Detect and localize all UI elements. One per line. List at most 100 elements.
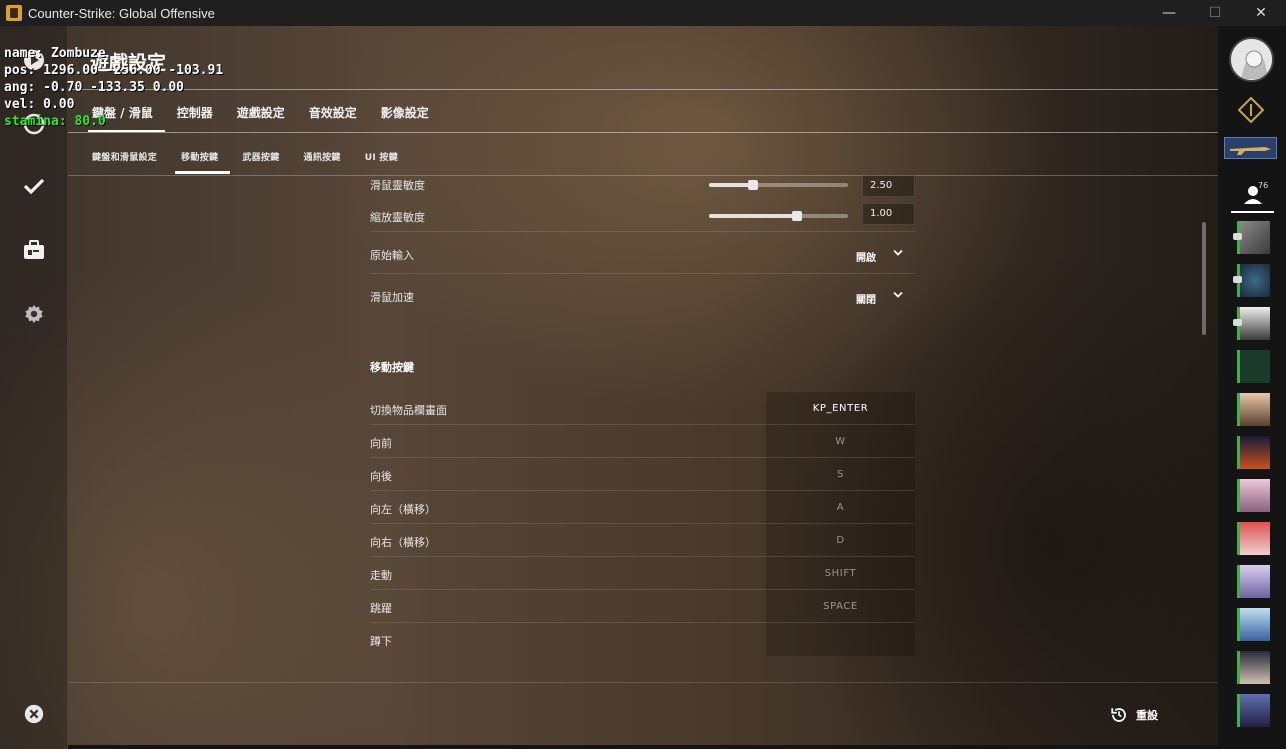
footer-divider [68, 682, 1218, 683]
zoom-sensitivity-slider[interactable] [709, 211, 848, 221]
binding-action-label: 切換物品欄畫面 [370, 404, 447, 417]
binding-row[interactable]: 蹲下 [370, 623, 915, 656]
subtab-ui-keys[interactable]: UI 按鍵 [353, 144, 410, 174]
friend-avatar[interactable] [1237, 522, 1270, 555]
debug-stamina: stamina: 80.0 [4, 114, 106, 129]
mouse-accel-value[interactable]: 關閉 [856, 291, 876, 306]
tab-game-settings[interactable]: 遊戲設定 [225, 98, 297, 132]
zoom-sensitivity-label: 縮放靈敏度 [370, 211, 425, 224]
separator [370, 231, 915, 232]
binding-row[interactable]: 向前 W [370, 425, 915, 458]
chevron-down-icon[interactable] [892, 289, 904, 301]
window-titlebar: Counter-Strike: Global Offensive — ☐ ✕ [0, 0, 1286, 26]
separator [370, 273, 915, 274]
binding-key-button[interactable]: KP_ENTER [766, 392, 915, 425]
mouse-sensitivity-row: 滑鼠靈敏度 2.50 [370, 175, 915, 197]
zoom-sensitivity-knob[interactable] [791, 211, 802, 221]
binding-action-label: 走動 [370, 569, 392, 582]
main-nav-rail [0, 26, 68, 749]
settings-scrollbar[interactable] [1202, 222, 1206, 335]
binding-key-button[interactable]: W [766, 425, 915, 458]
zoom-sensitivity-row: 縮放靈敏度 1.00 [370, 203, 915, 229]
mouse-sensitivity-label: 滑鼠靈敏度 [370, 179, 425, 192]
subtab-movement-keys[interactable]: 移動按鍵 [169, 144, 231, 174]
friends-tab[interactable]: 76 [1234, 181, 1274, 213]
mouse-sensitivity-input[interactable]: 2.50 [862, 175, 915, 197]
binding-action-label: 向前 [370, 437, 392, 450]
title-divider [68, 89, 1218, 90]
binding-key-button[interactable]: S [766, 458, 915, 491]
debug-vel: vel: 0.00 [4, 97, 75, 112]
chat-icon [1233, 319, 1242, 326]
zoom-sensitivity-fill [709, 214, 797, 218]
subtabs-divider [68, 175, 1218, 176]
debug-name: name: Zombuze [4, 46, 106, 61]
quit-icon[interactable] [22, 702, 46, 726]
chevron-down-icon[interactable] [892, 247, 904, 259]
friend-avatar[interactable] [1237, 393, 1270, 426]
friend-avatar[interactable] [1237, 694, 1270, 727]
minimize-button[interactable]: — [1146, 0, 1192, 26]
mouse-sensitivity-knob[interactable] [748, 180, 759, 190]
raw-input-row[interactable]: 原始輸入 開啟 [370, 247, 915, 267]
mouse-accel-label: 滑鼠加速 [370, 291, 414, 304]
checkmark-icon[interactable] [22, 174, 46, 198]
subtab-weapon-keys[interactable]: 武器按鍵 [230, 144, 291, 174]
binding-key-button[interactable] [766, 623, 915, 656]
chat-icon [1233, 276, 1242, 283]
player-avatar[interactable] [1229, 37, 1274, 82]
binding-key-button[interactable]: D [766, 524, 915, 557]
friend-avatar[interactable] [1237, 608, 1270, 641]
binding-row[interactable]: 跳躍 SPACE [370, 590, 915, 623]
debug-pos: pos: 1296.00 -256.00 -103.91 [4, 63, 224, 78]
debug-ang: ang: -0.70 -133.35 0.00 [4, 80, 185, 95]
friend-avatar[interactable] [1237, 479, 1270, 512]
maximize-button[interactable]: ☐ [1192, 0, 1238, 26]
binding-key-button[interactable]: SHIFT [766, 557, 915, 590]
tab-audio-settings[interactable]: 音效設定 [297, 98, 369, 132]
weapon-badge-icon[interactable] [1224, 137, 1277, 159]
window-title: Counter-Strike: Global Offensive [28, 5, 215, 21]
subtab-keyboard-mouse-settings[interactable]: 鍵盤和滑鼠設定 [80, 144, 169, 174]
friend-avatar[interactable] [1237, 350, 1270, 383]
binding-action-label: 向右（橫移） [370, 536, 436, 549]
zoom-sensitivity-input[interactable]: 1.00 [862, 203, 915, 225]
binding-row[interactable]: 向後 S [370, 458, 915, 491]
tab-video-settings[interactable]: 影像設定 [369, 98, 441, 132]
binding-row[interactable]: 向右（橫移） D [370, 524, 915, 557]
tabs-divider [68, 132, 1218, 133]
friends-count: 76 [1258, 181, 1269, 190]
binding-action-label: 向左（橫移） [370, 503, 436, 516]
binding-action-label: 向後 [370, 470, 392, 483]
binding-row[interactable]: 切換物品欄畫面 KP_ENTER [370, 392, 915, 425]
reset-history-icon [1111, 708, 1126, 722]
binding-key-button[interactable]: A [766, 491, 915, 524]
close-window-button[interactable]: ✕ [1238, 0, 1284, 26]
friend-avatar[interactable] [1237, 651, 1270, 684]
reset-button[interactable]: 重設 [1110, 706, 1158, 724]
chat-icon [1233, 233, 1242, 240]
csgo-app-icon [6, 5, 22, 21]
raw-input-label: 原始輸入 [370, 249, 414, 262]
mouse-accel-row[interactable]: 滑鼠加速 關閉 [370, 289, 915, 309]
friends-tab-underline [1231, 211, 1274, 213]
movement-section-title: 移動按鍵 [370, 361, 414, 374]
binding-row[interactable]: 向左（橫移） A [370, 491, 915, 524]
raw-input-value[interactable]: 開啟 [856, 249, 876, 264]
friend-avatar[interactable] [1233, 264, 1270, 297]
mouse-sensitivity-slider[interactable] [709, 180, 848, 190]
binding-row[interactable]: 走動 SHIFT [370, 557, 915, 590]
bottom-strip [68, 745, 1218, 749]
inventory-briefcase-icon[interactable] [22, 238, 46, 262]
binding-key-button[interactable]: SPACE [766, 590, 915, 623]
settings-subtabs: 鍵盤和滑鼠設定 移動按鍵 武器按鍵 通訊按鍵 UI 按鍵 [80, 144, 410, 174]
binding-action-label: 跳躍 [370, 602, 392, 615]
friend-avatar[interactable] [1237, 565, 1270, 598]
reset-label: 重設 [1136, 709, 1158, 722]
settings-gear-icon[interactable] [22, 302, 46, 326]
friend-avatar[interactable] [1237, 436, 1270, 469]
rank-diamond-icon[interactable] [1238, 97, 1264, 123]
friend-avatar[interactable] [1233, 307, 1270, 340]
subtab-communication-keys[interactable]: 通訊按鍵 [292, 144, 353, 174]
friend-avatar[interactable] [1233, 221, 1270, 254]
